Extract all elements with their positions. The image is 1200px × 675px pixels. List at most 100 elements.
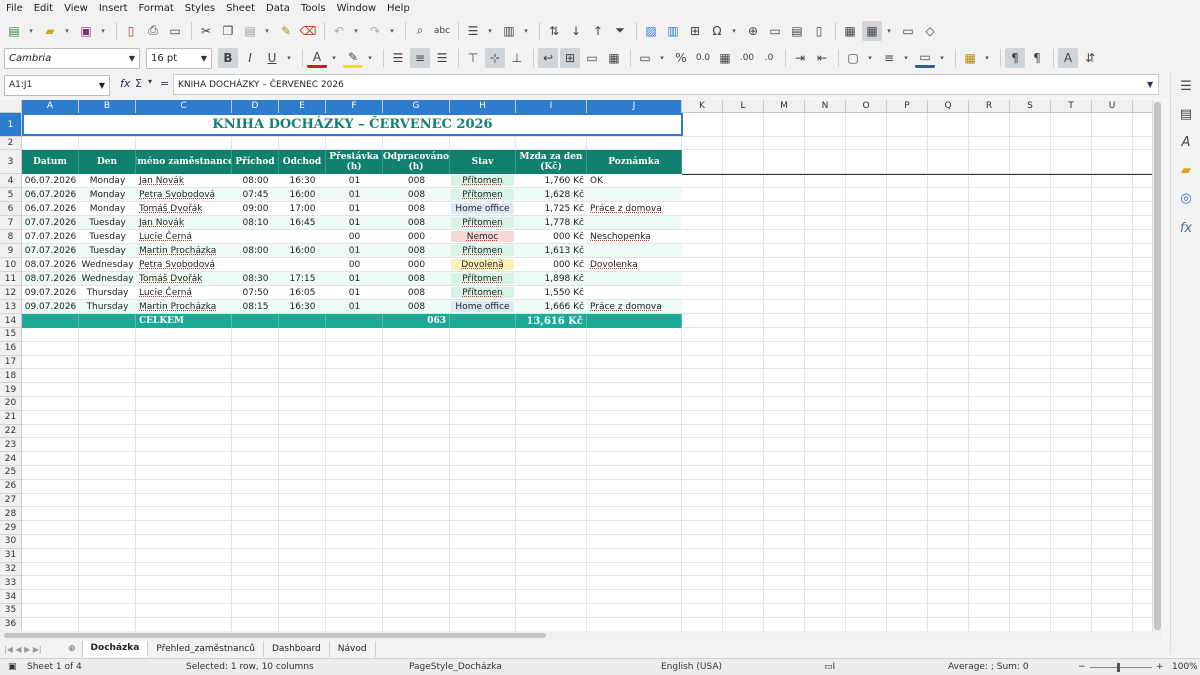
cell-date[interactable]: 09.07.2026 xyxy=(22,286,79,300)
cell-hours[interactable]: 000 xyxy=(383,258,450,272)
row-header[interactable]: 18 xyxy=(0,369,22,384)
cell-arrival[interactable]: 07:50 xyxy=(232,286,279,300)
merge-cells-icon[interactable]: ▭ xyxy=(582,48,602,68)
column-header[interactable]: T xyxy=(1051,100,1092,113)
cell-wage[interactable]: 1,628 Kč xyxy=(516,188,587,202)
cell-hours[interactable]: 008 xyxy=(383,216,450,230)
cell-departure[interactable]: 17:00 xyxy=(279,202,326,216)
cell-break[interactable]: 01 xyxy=(326,300,383,314)
row-header[interactable]: 22 xyxy=(0,424,22,439)
sheet-tab[interactable]: Návod xyxy=(330,641,376,657)
cell-wage[interactable]: 1,666 Kč xyxy=(516,300,587,314)
vertical-scroll-thumb[interactable] xyxy=(1154,102,1161,630)
special-character-icon[interactable]: Ω xyxy=(707,21,727,41)
autofilter-icon[interactable]: ⏷ xyxy=(610,21,630,41)
cell-note[interactable]: Práce z domova xyxy=(587,300,682,314)
sum-button[interactable]: Σ xyxy=(135,77,142,90)
page-style[interactable]: PageStyle_Docházka xyxy=(409,662,502,672)
language[interactable]: English (USA) xyxy=(661,662,722,672)
cell-day[interactable]: Monday xyxy=(79,174,136,188)
properties-icon[interactable]: ▤ xyxy=(1178,106,1194,122)
sheet-tab[interactable]: Docházka xyxy=(82,641,149,657)
clear-formatting-icon[interactable]: ⌫ xyxy=(298,21,318,41)
menu-insert[interactable]: Insert xyxy=(93,3,133,14)
hamburger-menu-icon[interactable]: ☰ xyxy=(1178,78,1194,94)
freeze-rows-columns-icon[interactable]: ▦ xyxy=(840,21,860,41)
row-icon[interactable]: ☰ xyxy=(463,21,483,41)
chevron-down-icon[interactable]: ▾ xyxy=(365,48,375,68)
define-print-area-icon[interactable]: ▯ xyxy=(809,21,829,41)
row-header[interactable]: 16 xyxy=(0,341,22,356)
cell-arrival[interactable]: 08:00 xyxy=(232,244,279,258)
cell-hours[interactable]: 008 xyxy=(383,244,450,258)
row-header[interactable]: 33 xyxy=(0,576,22,591)
chevron-down-icon[interactable]: ▾ xyxy=(865,48,875,68)
chevron-down-icon[interactable]: ▾ xyxy=(98,21,108,41)
cell-departure[interactable]: 16:00 xyxy=(279,188,326,202)
select-all-corner[interactable] xyxy=(0,100,22,113)
cell-arrival[interactable]: 08:00 xyxy=(232,174,279,188)
column-header[interactable]: Q xyxy=(928,100,969,113)
zoom-level[interactable]: 100% xyxy=(1172,662,1198,672)
cell-note[interactable] xyxy=(587,272,682,286)
column-header[interactable]: A xyxy=(22,100,79,113)
align-middle-icon[interactable]: ⊹ xyxy=(485,48,505,68)
text-direction-ltr-icon[interactable]: ¶ xyxy=(1005,48,1025,68)
cell-employee[interactable]: Martin Procházka xyxy=(136,244,232,258)
column-header[interactable]: S xyxy=(1010,100,1051,113)
horizontal-scrollbar[interactable] xyxy=(0,631,1162,640)
chevron-down-icon[interactable]: ▾ xyxy=(884,21,894,41)
add-sheet-icon[interactable]: ⊕ xyxy=(62,641,83,657)
cell-employee[interactable]: Lucie Černá xyxy=(136,286,232,300)
chevron-down-icon[interactable]: ▾ xyxy=(901,48,911,68)
menu-sheet[interactable]: Sheet xyxy=(220,3,260,14)
sort-ascending-icon[interactable]: ↓ xyxy=(566,21,586,41)
status-cell[interactable]: Přítomen xyxy=(451,189,514,200)
chevron-down-icon[interactable]: ▾ xyxy=(26,21,36,41)
cell-employee[interactable]: Tomáš Dvořák xyxy=(136,272,232,286)
conditional-format-icon[interactable]: ▦ xyxy=(960,48,980,68)
borders-icon[interactable]: ▢ xyxy=(843,48,863,68)
menu-file[interactable]: File xyxy=(0,3,28,14)
spreadsheet-grid[interactable]: ABCDEFGHIJKLMNOPQRSTU 1 2 3 4 5 6 7 8 9 10 11 12 13 1… xyxy=(0,100,1162,631)
sheet-title[interactable]: KNIHA DOCHÁZKY – ČERVENEC 2026 xyxy=(22,113,683,136)
align-bottom-icon[interactable]: ⊥ xyxy=(507,48,527,68)
cell-arrival[interactable]: 07:45 xyxy=(232,188,279,202)
cell-date[interactable]: 06.07.2026 xyxy=(22,202,79,216)
row-header[interactable]: 31 xyxy=(0,548,22,563)
highlight-color-icon[interactable]: ✎ xyxy=(343,48,363,68)
zoom-in-icon[interactable]: + xyxy=(1156,662,1164,672)
row-header[interactable]: 19 xyxy=(0,383,22,397)
column-header[interactable]: I xyxy=(516,100,587,113)
cell-hours[interactable]: 000 xyxy=(383,230,450,244)
chevron-down-icon[interactable]: ▾ xyxy=(329,48,339,68)
cell-departure[interactable]: 16:00 xyxy=(279,244,326,258)
cell-note[interactable]: Neschopenka xyxy=(587,230,682,244)
italic-button[interactable]: I xyxy=(240,48,260,68)
column-header[interactable]: F xyxy=(326,100,383,113)
row-header[interactable]: 27 xyxy=(0,493,22,508)
cell-date[interactable]: 08.07.2026 xyxy=(22,272,79,286)
cell-wage[interactable]: 1,613 Kč xyxy=(516,244,587,258)
number-format-button[interactable]: 0.0 xyxy=(693,48,713,68)
status-cell[interactable]: Home office xyxy=(451,203,514,214)
status-cell[interactable]: Přítomen xyxy=(451,175,514,186)
show-draw-functions-icon[interactable]: ▭ xyxy=(898,21,918,41)
row-header[interactable]: 34 xyxy=(0,590,22,604)
print-icon[interactable]: ⎙ xyxy=(143,21,163,41)
row-header[interactable]: 21 xyxy=(0,410,22,425)
row-header[interactable]: 20 xyxy=(0,397,22,411)
cell-note[interactable]: Dovolenka xyxy=(587,258,682,272)
column-header[interactable]: N xyxy=(805,100,846,113)
status-cell[interactable]: Přítomen xyxy=(451,287,514,298)
font-size-combo[interactable]: 16 pt ▼ xyxy=(146,47,212,69)
menu-window[interactable]: Window xyxy=(331,3,381,14)
new-document-icon[interactable]: ▤ xyxy=(4,21,24,41)
cell-date[interactable]: 06.07.2026 xyxy=(22,174,79,188)
chevron-down-icon[interactable]: ▼ xyxy=(201,54,207,63)
menu-tools[interactable]: Tools xyxy=(295,3,331,14)
cell-employee[interactable]: Lucie Černá xyxy=(136,230,232,244)
row-header[interactable]: 4 xyxy=(0,174,22,188)
cell-break[interactable]: 01 xyxy=(326,286,383,300)
cell-departure[interactable]: 16:30 xyxy=(279,300,326,314)
